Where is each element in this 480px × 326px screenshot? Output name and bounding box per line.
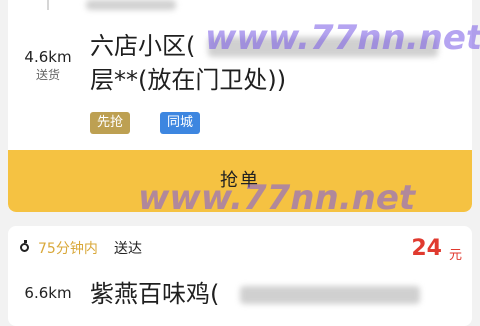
order-price: 24 — [411, 236, 442, 261]
order-card-1[interactable]: 4.6km 送货 六店小区( 层**(放在门卫处)) 先抢 同城 抢单 — [8, 0, 472, 212]
blurred-address — [208, 37, 438, 57]
order-distance: 6.6km — [24, 284, 72, 302]
tag-same-city: 同城 — [160, 112, 201, 134]
blurred-address — [240, 286, 420, 304]
tag-priority: 先抢 — [90, 112, 131, 134]
price-unit: 元 — [448, 248, 462, 263]
delivery-time: 75分钟内 — [38, 241, 98, 257]
order-distance-label: 送货 — [35, 68, 60, 82]
route-line-top — [47, 0, 49, 10]
timer-icon — [20, 240, 29, 252]
delivery-label: 送达 — [114, 241, 142, 257]
order-card-2[interactable]: 75分钟内 送达 24 元 6.6km 紫燕百味鸡( — [8, 226, 472, 326]
blurred-address-top — [86, 0, 176, 10]
order-distance: 4.6km — [24, 48, 72, 66]
address-line-1: 紫燕百味鸡( — [90, 280, 220, 308]
address-line-2: 层**(放在门卫处)) — [90, 66, 287, 94]
address-line-1: 六店小区( — [90, 32, 196, 60]
grab-order-button[interactable]: 抢单 — [8, 150, 472, 212]
